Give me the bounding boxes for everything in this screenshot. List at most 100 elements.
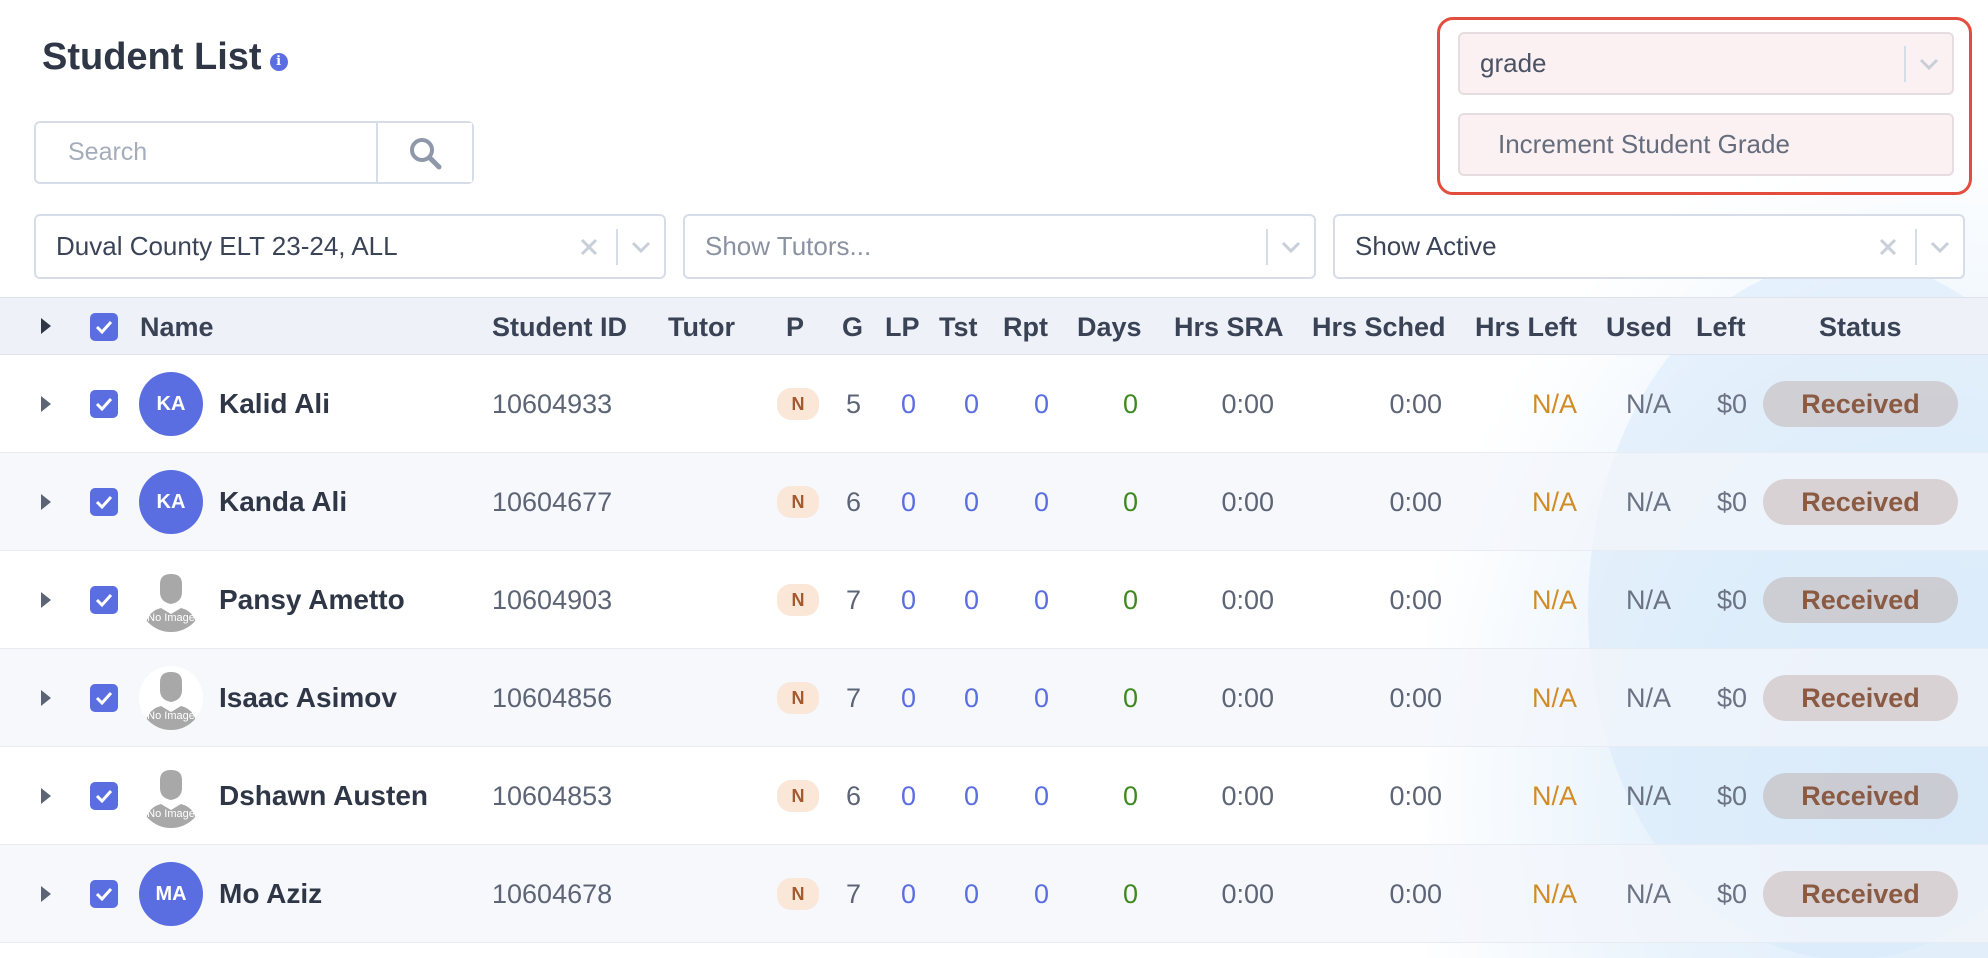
hrs-sched-value: 0:00 (1389, 781, 1442, 811)
table-row[interactable]: MA Mo Aziz 10604678 N 7 0 0 0 0 0:00 0:0… (0, 845, 1988, 943)
rpt-value[interactable]: 0 (1023, 845, 1049, 943)
table-row[interactable]: No Image Pansy Ametto 10604903 N 7 0 0 0… (0, 551, 1988, 649)
program-filter-value: Duval County ELT 23-24, ALL (56, 231, 398, 261)
rpt-value[interactable]: 0 (1023, 649, 1049, 747)
tst-value[interactable]: 0 (953, 355, 979, 453)
days-value: 0 (1122, 683, 1138, 713)
left-value: $0 (1716, 781, 1747, 811)
tutors-filter-select[interactable]: Show Tutors... (683, 214, 1316, 279)
hrs-left-value: N/A (1531, 585, 1577, 615)
info-icon[interactable]: i (269, 52, 288, 71)
lp-value[interactable]: 0 (890, 355, 916, 453)
days-value: 0 (1122, 389, 1138, 419)
rpt-value[interactable]: 0 (1023, 453, 1049, 551)
rpt-value[interactable]: 0 (1023, 551, 1049, 649)
column-header-hrs-sra[interactable]: Hrs SRA (1174, 298, 1284, 356)
row-checkbox[interactable] (90, 390, 118, 418)
chevron-down-icon[interactable] (1917, 227, 1963, 267)
student-name[interactable]: Mo Aziz (219, 845, 322, 943)
row-checkbox[interactable] (90, 880, 118, 908)
column-header-student-id[interactable]: Student ID (492, 298, 627, 356)
column-header-left[interactable]: Left (1696, 298, 1746, 356)
column-header-g[interactable]: G (842, 298, 863, 356)
expand-row-icon[interactable] (38, 649, 54, 746)
expand-row-icon[interactable] (38, 747, 54, 844)
bulk-action-highlight: grade Increment Student Grade (1437, 17, 1972, 195)
avatar: No Image (139, 666, 203, 730)
rpt-value[interactable]: 0 (1023, 747, 1049, 845)
avatar-initials: KA (156, 490, 186, 513)
page-title: Student List i (42, 36, 288, 79)
lp-value[interactable]: 0 (890, 747, 916, 845)
student-id: 10604853 (492, 781, 613, 811)
student-name[interactable]: Kalid Ali (219, 355, 330, 453)
column-header-status[interactable]: Status (1819, 298, 1902, 356)
close-icon[interactable] (1871, 230, 1905, 264)
column-header-used[interactable]: Used (1606, 298, 1672, 356)
chevron-down-icon[interactable] (1268, 227, 1314, 267)
search-input[interactable] (36, 123, 376, 182)
table-row[interactable]: No Image Dshawn Austen 10604853 N 6 0 0 … (0, 747, 1988, 845)
tst-value[interactable]: 0 (953, 649, 979, 747)
avatar: No Image (139, 568, 203, 632)
student-name[interactable]: Isaac Asimov (219, 649, 397, 747)
checkbox-checked-icon (95, 320, 113, 334)
expand-row-icon[interactable] (38, 551, 54, 648)
days-value: 0 (1122, 781, 1138, 811)
chevron-down-icon[interactable] (618, 227, 664, 267)
student-id: 10604903 (492, 585, 613, 615)
hrs-left-value: N/A (1531, 781, 1577, 811)
row-checkbox[interactable] (90, 782, 118, 810)
column-header-rpt[interactable]: Rpt (1003, 298, 1048, 356)
hrs-sra-value: 0:00 (1221, 487, 1274, 517)
avatar: No Image (139, 764, 203, 828)
rpt-value[interactable]: 0 (1023, 355, 1049, 453)
select-all-checkbox[interactable] (90, 313, 118, 341)
left-value: $0 (1716, 487, 1747, 517)
program-filter-select[interactable]: Duval County ELT 23-24, ALL (34, 214, 666, 279)
expand-all-icon[interactable] (38, 298, 54, 354)
lp-value[interactable]: 0 (890, 551, 916, 649)
table-row[interactable]: KA Kanda Ali 10604677 N 6 0 0 0 0 0:00 0… (0, 453, 1988, 551)
status-badge: Received (1763, 773, 1958, 819)
student-name[interactable]: Kanda Ali (219, 453, 347, 551)
lp-value[interactable]: 0 (890, 453, 916, 551)
bulk-action-select-value[interactable]: grade (1460, 48, 1904, 79)
status-badge: Received (1763, 675, 1958, 721)
column-header-hrs-left[interactable]: Hrs Left (1475, 298, 1577, 356)
tst-value[interactable]: 0 (953, 453, 979, 551)
no-image-label: No Image (147, 612, 195, 624)
student-name[interactable]: Dshawn Austen (219, 747, 428, 845)
search-button[interactable] (376, 123, 472, 182)
table-row[interactable]: No Image Isaac Asimov 10604856 N 7 0 0 0… (0, 649, 1988, 747)
column-header-p[interactable]: P (786, 298, 804, 356)
tst-value[interactable]: 0 (953, 845, 979, 943)
tst-value[interactable]: 0 (953, 551, 979, 649)
row-checkbox[interactable] (90, 488, 118, 516)
grade-value: 7 (845, 879, 861, 909)
p-badge: N (777, 486, 819, 518)
lp-value[interactable]: 0 (890, 845, 916, 943)
option-increment-student-grade[interactable]: Increment Student Grade (1458, 113, 1954, 176)
column-header-tst[interactable]: Tst (939, 298, 978, 356)
row-checkbox[interactable] (90, 684, 118, 712)
chevron-down-icon[interactable] (1906, 44, 1952, 84)
expand-row-icon[interactable] (38, 845, 54, 942)
tst-value[interactable]: 0 (953, 747, 979, 845)
column-header-days[interactable]: Days (1077, 298, 1142, 356)
column-header-tutor[interactable]: Tutor (668, 298, 735, 356)
status-filter-select[interactable]: Show Active (1333, 214, 1965, 279)
lp-value[interactable]: 0 (890, 649, 916, 747)
row-checkbox[interactable] (90, 586, 118, 614)
column-header-hrs-sched[interactable]: Hrs Sched (1312, 298, 1446, 356)
column-header-lp[interactable]: LP (885, 298, 920, 356)
table-row[interactable]: KA Kalid Ali 10604933 N 5 0 0 0 0 0:00 0… (0, 355, 1988, 453)
avatar: MA (139, 862, 203, 926)
expand-row-icon[interactable] (38, 453, 54, 550)
expand-row-icon[interactable] (38, 355, 54, 452)
column-header-name[interactable]: Name (140, 298, 214, 356)
hrs-sched-value: 0:00 (1389, 487, 1442, 517)
student-name[interactable]: Pansy Ametto (219, 551, 405, 649)
bulk-action-select[interactable]: grade (1458, 32, 1954, 95)
close-icon[interactable] (572, 230, 606, 264)
